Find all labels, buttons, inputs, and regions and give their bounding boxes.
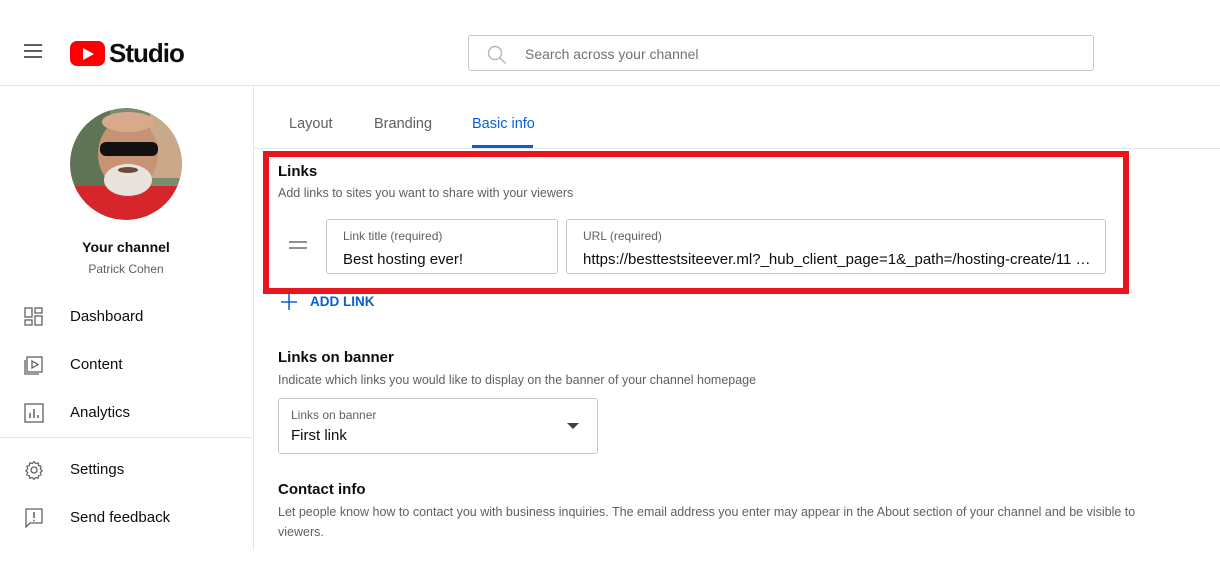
sidebar-item-content[interactable]: Content [0, 341, 252, 389]
tab-bar: Layout Branding Basic info [254, 86, 1220, 149]
content-icon [24, 356, 43, 375]
sidebar-item-label: Content [70, 356, 123, 373]
plus-icon [281, 294, 297, 310]
sidebar-item-settings[interactable]: Settings [0, 446, 252, 494]
links-on-banner-title: Links on banner [278, 349, 394, 366]
sidebar-item-send-feedback[interactable]: Send feedback [0, 494, 252, 542]
active-tab-indicator [472, 145, 533, 148]
channel-name: Patrick Cohen [88, 262, 164, 276]
dropdown-label: Links on banner [291, 408, 377, 422]
caret-down-icon [567, 423, 579, 429]
logo-text: Studio [109, 37, 185, 68]
contact-info-description: Let people know how to contact you with … [278, 505, 1136, 539]
highlight-annotation-box [263, 151, 1129, 294]
search-bar[interactable]: Search across your channel [468, 35, 1094, 71]
dashboard-icon [24, 307, 43, 326]
analytics-icon [24, 403, 44, 423]
avatar[interactable] [70, 108, 182, 220]
menu-icon[interactable] [24, 44, 44, 60]
your-channel-label: Your channel [82, 239, 170, 255]
main-content: Layout Branding Basic info Links Add lin… [254, 86, 1220, 570]
links-on-banner-dropdown[interactable]: Links on banner First link [278, 398, 598, 454]
tab-layout[interactable]: Layout [289, 116, 333, 132]
tab-basic-info[interactable]: Basic info [472, 116, 535, 132]
sidebar-item-analytics[interactable]: Analytics [0, 389, 252, 437]
gear-icon [24, 460, 44, 480]
search-icon [487, 45, 506, 64]
sidebar-item-dashboard[interactable]: Dashboard [0, 293, 252, 341]
links-on-banner-description: Indicate which links you would like to d… [278, 373, 757, 387]
search-input[interactable]: Search across your channel [525, 46, 699, 62]
contact-info-title: Contact info [278, 481, 366, 498]
sidebar-item-label: Analytics [70, 404, 131, 421]
feedback-icon [25, 508, 43, 528]
sidebar-item-label: Dashboard [70, 308, 144, 325]
add-link-label: ADD LINK [310, 294, 375, 309]
sidebar: Your channel Patrick Cohen Dashboard Con… [0, 86, 254, 550]
sidebar-item-label: Send feedback [70, 509, 171, 526]
tab-branding[interactable]: Branding [374, 116, 432, 132]
sidebar-item-label: Settings [70, 461, 125, 478]
dropdown-value: First link [291, 427, 347, 444]
sidebar-divider [0, 437, 252, 438]
top-bar: Studio Search across your channel [0, 0, 1220, 86]
studio-logo[interactable]: Studio [70, 37, 185, 68]
youtube-play-icon [70, 40, 105, 66]
